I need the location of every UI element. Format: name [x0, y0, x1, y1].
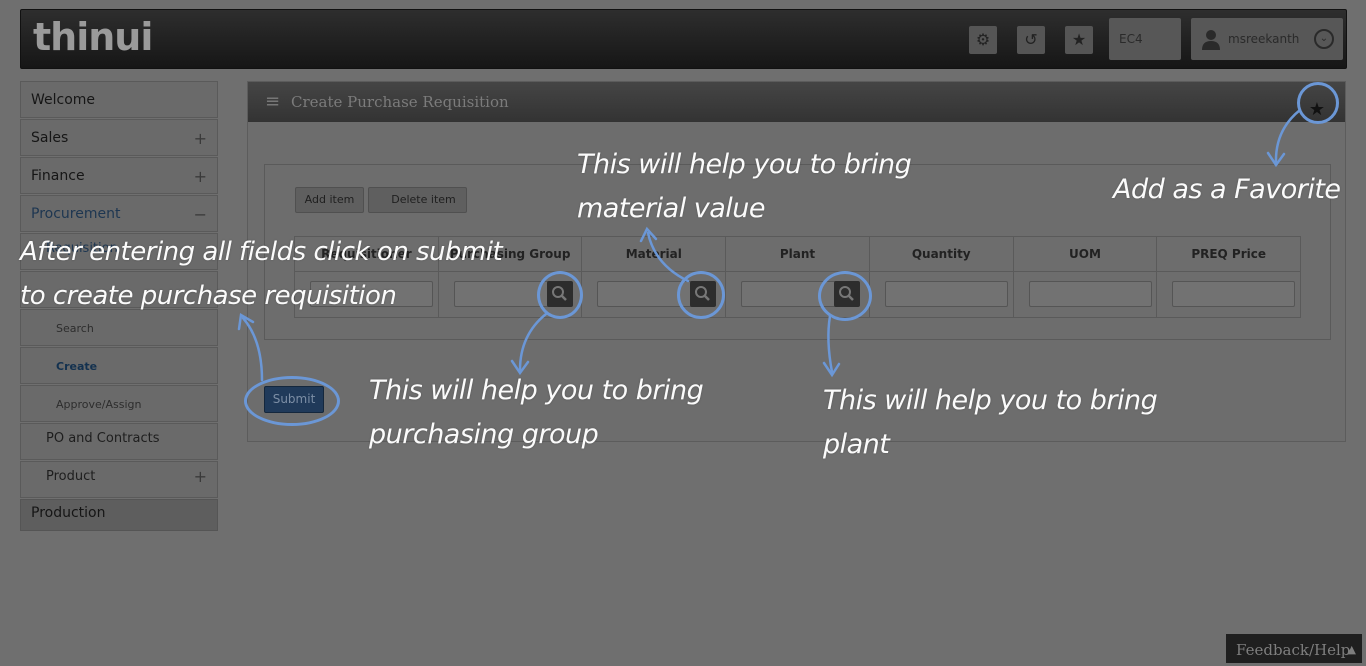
annotation-line: After entering all fields click on submi…	[20, 237, 503, 267]
annotation-arrows	[237, 108, 1302, 382]
annotation-line: purchasing group	[369, 419, 599, 450]
feedback-help-tab[interactable]: Feedback/Help ▲	[1226, 634, 1362, 663]
feedback-label: Feedback/Help	[1236, 641, 1351, 659]
annotation-line: This will help you to bring	[577, 149, 912, 180]
caret-up-icon: ▲	[1347, 643, 1356, 656]
annotation-line: plant	[823, 429, 890, 460]
annotation-line: This will help you to bring	[369, 375, 704, 406]
annotation-line: to create purchase requisition	[20, 281, 397, 311]
annotation-line: This will help you to bring	[823, 385, 1158, 416]
material-annotation: This will help you to bring material val…	[577, 143, 912, 231]
favorite-annotation: Add as a Favorite	[1113, 174, 1341, 205]
plant-annotation: This will help you to bring plant	[823, 379, 1158, 467]
annotation-line: material value	[577, 193, 766, 224]
purchasing-group-annotation: This will help you to bring purchasing g…	[369, 369, 704, 457]
submit-annotation: After entering all fields click on submi…	[20, 230, 503, 318]
